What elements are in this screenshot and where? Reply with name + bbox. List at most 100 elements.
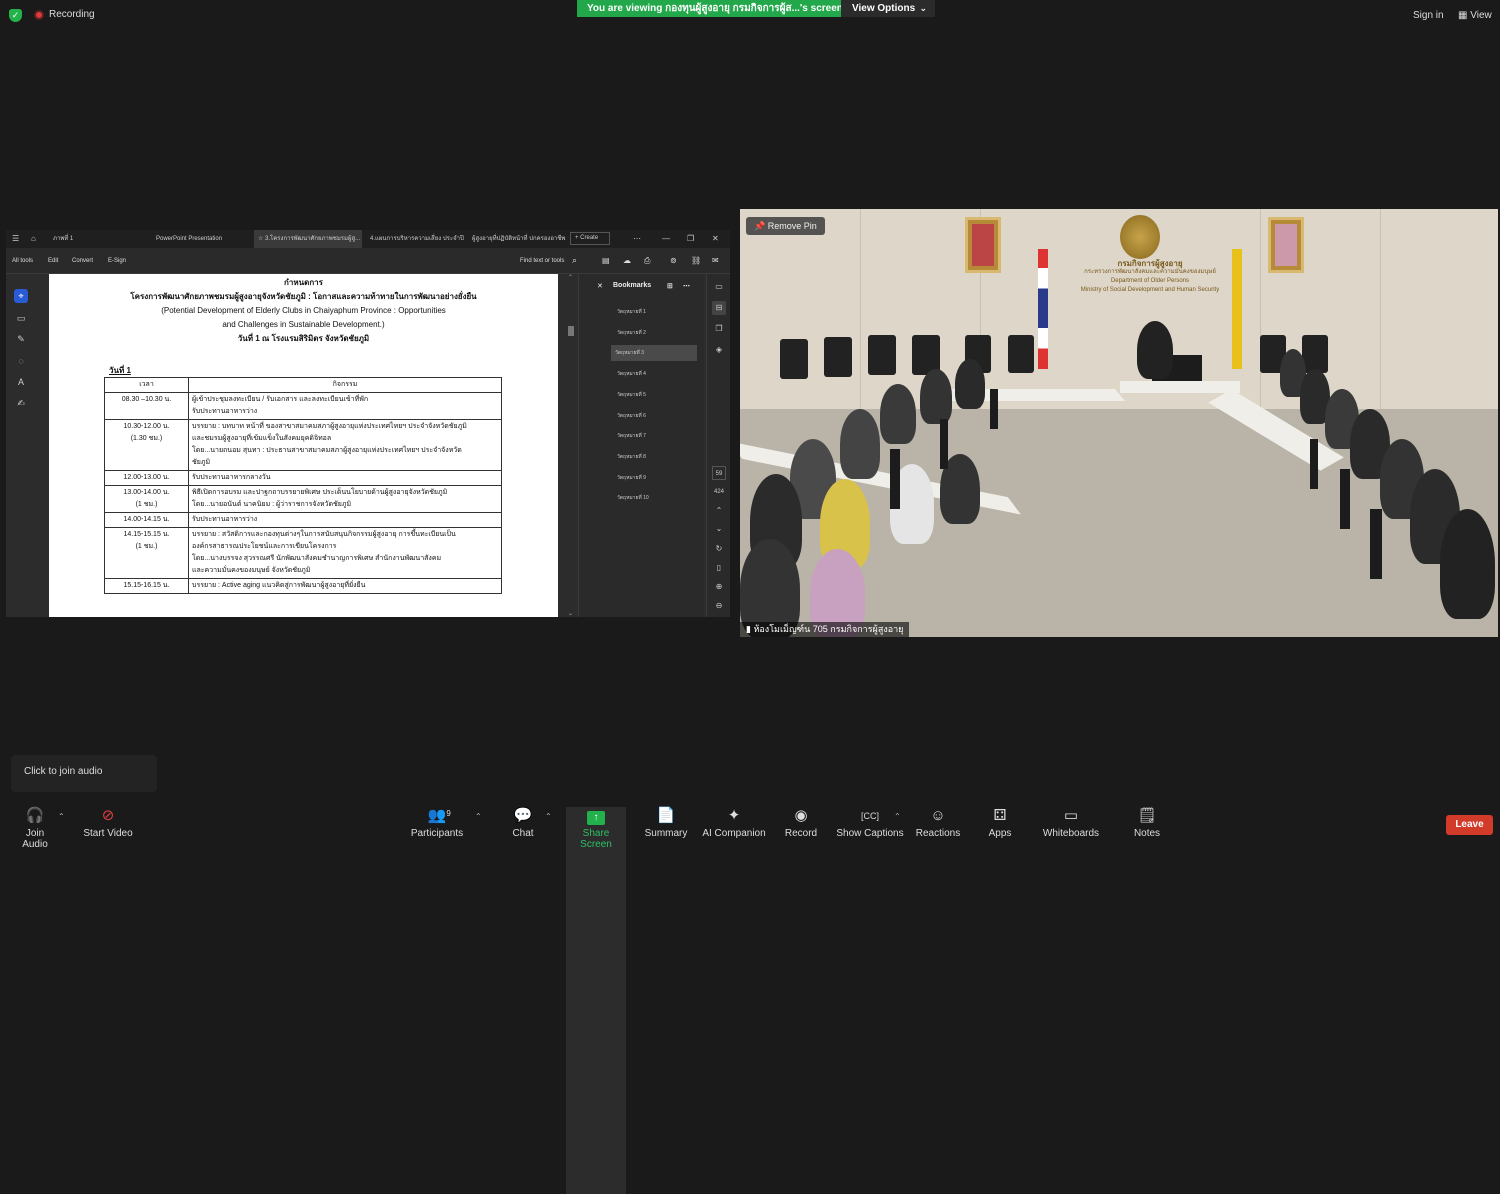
stamp-tool-icon[interactable]: ✍ — [14, 396, 28, 410]
scroll-thumb[interactable] — [568, 326, 574, 336]
time-cell: 15.15-16.15 น. — [104, 578, 189, 594]
bookmarks-panel-icon[interactable]: ⊟ — [712, 301, 726, 315]
bookmark-item[interactable]: วัตถุหมายที่ 9 — [613, 470, 699, 486]
menu-icon[interactable]: ☰ — [12, 230, 19, 248]
page-up-icon[interactable]: ⌃ — [712, 504, 726, 518]
close-bookmarks-icon[interactable]: ✕ — [597, 282, 603, 290]
search-icon[interactable]: ⌕ — [572, 255, 577, 266]
participants-caret-icon[interactable]: ⌃ — [475, 812, 482, 821]
sign-in-link[interactable]: Sign in — [1413, 10, 1444, 21]
royal-portrait-right — [1268, 217, 1304, 273]
tab-5[interactable]: ผู้สูงอายุที่ปฏิบัติหน้าที่ ปกครองอาชีพ.… — [468, 230, 566, 248]
text-tool-icon[interactable]: A — [14, 375, 28, 389]
save-icon[interactable]: ▤ — [602, 256, 610, 265]
esign-button[interactable]: E-Sign — [108, 258, 126, 264]
select-tool-icon[interactable]: ⌖ — [14, 289, 28, 303]
audio-options-caret-icon[interactable]: ⌃ — [58, 812, 65, 821]
home-icon[interactable]: ⌂ — [31, 230, 36, 248]
minimize-icon[interactable]: — — [662, 230, 670, 248]
rotate-icon[interactable]: ↻ — [712, 542, 726, 556]
right-tool-rail: ▭ ⊟ ❐ ◈ 59 424 ⌃ ⌄ ↻ ▯ ⊕ ⊖ — [706, 274, 730, 617]
layers-panel-icon[interactable]: ◈ — [712, 343, 726, 357]
tab-3[interactable]: ☆ 3.โครงการพัฒนาศักยภาพชมรมผู้สู... — [254, 230, 362, 248]
activity-line: บรรยาย : Active aging แนวคิดสู่การพัฒนาผ… — [192, 582, 366, 589]
participants-button[interactable]: 👥 9 Participants — [410, 807, 464, 839]
doc-title: โครงการพัฒนาศักยภาพชมรมผู้สูงอายุจังหวัด… — [130, 292, 477, 301]
join-audio-tooltip[interactable]: Click to join audio — [11, 755, 157, 792]
pages-panel-icon[interactable]: ❐ — [712, 322, 726, 336]
pinned-video-tile[interactable]: กรมกิจการผู้สูงอายุ กระทรวงการพัฒนาสังคม… — [740, 209, 1498, 637]
lasso-tool-icon[interactable]: ◌ — [14, 354, 28, 368]
notes-button[interactable]: 🗒 Notes — [1132, 807, 1162, 839]
security-shield-icon[interactable]: ✓ — [9, 9, 22, 22]
time-cell: 14.00-14.15 น. — [104, 512, 189, 528]
start-video-label: Start Video — [83, 828, 133, 839]
page-fit-icon[interactable]: ▯ — [712, 561, 726, 575]
create-tab-button[interactable]: + Create — [570, 232, 610, 245]
comments-panel-icon[interactable]: ▭ — [712, 280, 726, 294]
find-text-button[interactable]: Find text or tools — [520, 258, 564, 264]
chat-caret-icon[interactable]: ⌃ — [545, 812, 552, 821]
more-icon[interactable]: ⋯ — [633, 230, 641, 248]
bookmark-more-icon[interactable]: ⋯ — [683, 282, 690, 290]
mail-icon[interactable]: ✉ — [712, 256, 719, 265]
restore-icon[interactable]: ❐ — [687, 230, 694, 248]
bookmark-item[interactable]: วัตถุหมายที่ 1 — [613, 304, 699, 320]
reactions-button[interactable]: ☺ Reactions — [915, 807, 961, 839]
whiteboards-button[interactable]: ▭ Whiteboards — [1040, 807, 1102, 839]
record-button[interactable]: ◉ Record — [783, 807, 819, 839]
bookmark-item[interactable]: วัตถุหมายที่ 4 — [613, 366, 699, 382]
tab-2[interactable]: PowerPoint Presentation — [152, 230, 250, 248]
activity-line: โดย...นายถนอม สุนทา : ประธานสาขาสมาคมสภา… — [192, 447, 462, 454]
bookmark-item[interactable]: วัตถุหมายที่ 3 — [611, 345, 697, 362]
bookmark-item[interactable]: วัตถุหมายที่ 6 — [613, 408, 699, 424]
bookmark-item[interactable]: วัตถุหมายที่ 2 — [613, 325, 699, 341]
print-icon[interactable]: ⎙ — [644, 256, 650, 266]
add-bookmark-icon[interactable]: ⊞ — [667, 282, 673, 290]
bookmark-item[interactable]: วัตถุหมายที่ 7 — [613, 428, 699, 444]
ai-companion-button[interactable]: ✦ AI Companion — [701, 807, 767, 839]
chat-button[interactable]: 💬 Chat — [508, 807, 538, 839]
apps-button[interactable]: ⚃ Apps — [985, 807, 1015, 839]
comment-tool-icon[interactable]: ▭ — [14, 311, 28, 325]
join-audio-button[interactable]: 🎧 Join Audio — [12, 807, 58, 850]
convert-button[interactable]: Convert — [72, 258, 93, 264]
star-icon: ☆ — [258, 236, 266, 242]
view-options-button[interactable]: View Options ⌄ — [841, 0, 935, 17]
current-page-box[interactable]: 59 — [712, 466, 726, 480]
view-button[interactable]: ▦ View — [1458, 10, 1492, 21]
zoom-out-icon[interactable]: ⊖ — [712, 599, 726, 613]
pdf-scrollbar[interactable]: ⌃ ⌄ — [568, 274, 576, 617]
tab-4[interactable]: 4.แผนการบริหารความเสี่ยง ประจำปีง... — [366, 230, 464, 248]
show-captions-label: Show Captions — [836, 828, 904, 839]
upload-icon[interactable]: ☁ — [623, 256, 631, 265]
close-window-icon[interactable]: ✕ — [712, 230, 719, 248]
pen-tool-icon[interactable]: ✎ — [14, 332, 28, 346]
bookmark-item[interactable]: วัตถุหมายที่ 10 — [613, 490, 699, 506]
apps-label: Apps — [988, 828, 1012, 839]
page-down-icon[interactable]: ⌄ — [712, 522, 726, 536]
link-icon[interactable]: ⛓ — [691, 256, 701, 265]
all-tools-button[interactable]: All tools — [12, 258, 33, 264]
table-row: 14.00-14.15 น. รับประทานอาหารว่าง — [104, 512, 502, 528]
bookmark-item[interactable]: วัตถุหมายที่ 8 — [613, 449, 699, 465]
scroll-up-icon[interactable]: ⌃ — [568, 274, 573, 281]
zoom-in-icon[interactable]: ⊕ — [712, 580, 726, 594]
summary-button[interactable]: 📄 Summary — [643, 807, 689, 839]
leave-button[interactable]: Leave — [1446, 815, 1493, 835]
activity-line: โดย...นายอนันต์ นาคนิยม : ผู้ว่าราชการจั… — [192, 501, 352, 508]
share-screen-button[interactable]: ↑ Share Screen — [566, 807, 626, 1194]
scroll-down-icon[interactable]: ⌄ — [568, 610, 573, 617]
edit-button[interactable]: Edit — [48, 258, 58, 264]
recording-indicator[interactable]: Recording — [34, 9, 95, 20]
bookmark-item[interactable]: วัตถุหมายที่ 5 — [613, 387, 699, 403]
remove-pin-button[interactable]: 📌 Remove Pin — [746, 217, 825, 235]
chairman — [1137, 321, 1173, 379]
captions-caret-icon[interactable]: ⌃ — [894, 812, 901, 821]
activity-line: ชัยภูมิ — [192, 459, 211, 466]
share-link-icon[interactable]: ⊚ — [670, 256, 677, 265]
start-video-button[interactable]: ⊘ Start Video — [82, 807, 134, 839]
tab-1[interactable]: ภาพที่ 1 — [49, 230, 144, 248]
chat-icon: 💬 — [513, 807, 533, 824]
thai-flag — [1038, 249, 1048, 369]
